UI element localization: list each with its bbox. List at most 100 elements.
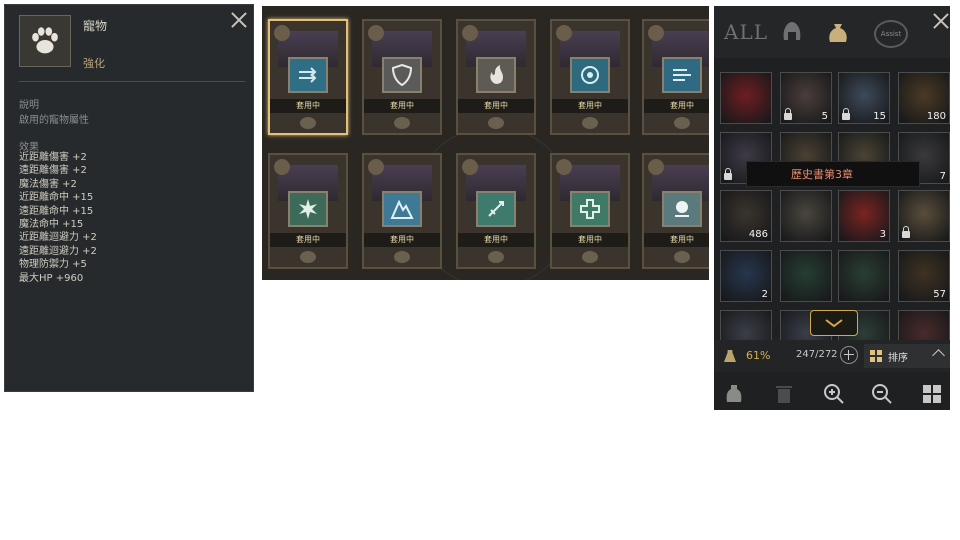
- applied-label: 套用中: [364, 99, 440, 113]
- card-ornament: [674, 117, 690, 129]
- card-emblem: [382, 57, 422, 93]
- card-emblem: [382, 191, 422, 227]
- item-quantity: 2: [761, 289, 768, 300]
- crest-icon: [368, 25, 384, 41]
- burst-icon: [299, 199, 317, 219]
- collection-card[interactable]: 套用中: [268, 19, 348, 135]
- card-emblem: [288, 57, 328, 93]
- close-icon[interactable]: [930, 10, 950, 32]
- scroll-down-button[interactable]: [810, 310, 858, 336]
- card-ornament: [394, 251, 410, 263]
- expand-slots-button[interactable]: [840, 346, 858, 364]
- zoom-in-icon[interactable]: [822, 382, 846, 406]
- collection-card[interactable]: 套用中: [550, 153, 630, 269]
- item-quantity: 3: [879, 229, 886, 240]
- card-emblem: [476, 57, 516, 93]
- effect-stat: 遠距離傷害 +2: [19, 165, 87, 177]
- inventory-slot[interactable]: [780, 190, 832, 242]
- item-quantity: 180: [926, 111, 946, 122]
- shield-icon: [391, 63, 413, 87]
- lock-icon: [842, 108, 850, 120]
- inventory-slot[interactable]: 180: [898, 72, 950, 124]
- inventory-slot[interactable]: 5: [780, 72, 832, 124]
- bag-icon[interactable]: [824, 18, 852, 46]
- collection-card[interactable]: 套用中: [362, 153, 442, 269]
- mountain-icon: [390, 199, 414, 219]
- zoom-out-icon[interactable]: [870, 382, 894, 406]
- divider: [19, 81, 245, 82]
- card-emblem: [288, 191, 328, 227]
- crest-icon: [368, 159, 384, 175]
- effect-stat: 最大HP +960: [19, 272, 84, 284]
- card-emblem: [476, 191, 516, 227]
- sword-icon: [488, 201, 504, 217]
- description-text: 啟用的寵物屬性: [19, 115, 89, 126]
- flame-icon: [490, 65, 503, 84]
- applied-label: 套用中: [644, 99, 709, 113]
- crest-icon: [556, 159, 572, 175]
- collection-card[interactable]: 套用中: [362, 19, 442, 135]
- close-icon[interactable]: [228, 9, 250, 31]
- card-ornament: [300, 117, 316, 129]
- collection-card[interactable]: 套用中: [268, 153, 348, 269]
- trash-icon[interactable]: [772, 382, 796, 406]
- pet-detail-panel: 寵物 強化 說明 啟用的寵物屬性 效果 近距離傷害 +2 遠距離傷害 +2 魔法傷害…: [4, 4, 254, 392]
- inventory-slot[interactable]: [720, 72, 772, 124]
- effect-stat: 近距離迴避力 +2: [19, 232, 97, 244]
- card-ornament: [674, 251, 690, 263]
- item-tooltip: 歷史書第3章: [746, 161, 920, 187]
- sort-button[interactable]: 排序: [864, 344, 950, 368]
- tab-all[interactable]: ALL: [724, 20, 768, 44]
- effect-stat: 遠距離命中 +15: [19, 205, 94, 217]
- pet-icon-frame: [19, 15, 71, 67]
- card-ornament: [394, 117, 410, 129]
- effect-stat: 物理防禦力 +5: [19, 259, 87, 271]
- lock-icon: [784, 108, 792, 120]
- collection-card[interactable]: 套用中: [456, 153, 536, 269]
- inventory-slot[interactable]: [838, 250, 890, 302]
- inventory-slot[interactable]: 57: [898, 250, 950, 302]
- card-ornament: [300, 251, 316, 263]
- applied-label: 套用中: [644, 233, 709, 247]
- crest-icon: [556, 25, 572, 41]
- inventory-slot[interactable]: 486: [720, 190, 772, 242]
- collection-card[interactable]: 套用中: [642, 19, 709, 135]
- orb-icon: [675, 201, 689, 217]
- collection-card[interactable]: 套用中: [642, 153, 709, 269]
- weight-icon: [724, 350, 736, 362]
- effect-stat: 魔法命中 +15: [19, 219, 84, 231]
- item-quantity: 57: [933, 289, 946, 300]
- pet-subtitle: 強化: [83, 57, 105, 70]
- collection-card[interactable]: 套用中: [456, 19, 536, 135]
- applied-label: 套用中: [552, 99, 628, 113]
- item-quantity: 486: [748, 229, 768, 240]
- effect-stat: 近距離命中 +15: [19, 192, 94, 204]
- inventory-slot[interactable]: 3: [838, 190, 890, 242]
- card-emblem: [662, 57, 702, 93]
- inventory-status-bar: 61% 247/272 排序: [714, 340, 950, 372]
- card-emblem: [570, 191, 610, 227]
- tab-assist[interactable]: Assist: [874, 20, 908, 48]
- grid-icon: [870, 350, 882, 362]
- helmet-icon[interactable]: [778, 18, 806, 46]
- collection-card[interactable]: 套用中: [550, 19, 630, 135]
- eye-icon: [581, 66, 599, 84]
- crest-icon: [274, 159, 290, 175]
- lock-icon: [724, 168, 732, 180]
- card-ornament: [582, 117, 598, 129]
- inventory-slot[interactable]: 15: [838, 72, 890, 124]
- grid-sort-icon[interactable]: [920, 382, 944, 406]
- inventory-slot[interactable]: [898, 190, 950, 242]
- card-collection-grid: 套用中 套用中 套用中 套用中 套用中 套用中 套用中 套用中 套用中 套用中: [262, 6, 709, 280]
- lock-icon: [902, 226, 910, 238]
- crest-icon: [648, 25, 664, 41]
- wind-icon: [673, 69, 691, 81]
- cross-icon: [580, 199, 600, 219]
- inventory-tabs: ALL Assist: [714, 6, 950, 58]
- paw-icon: [32, 27, 58, 54]
- inventory-panel: ALL Assist 51518038474863257 61% 247/272…: [714, 6, 950, 410]
- inventory-slot[interactable]: 2: [720, 250, 772, 302]
- potion-icon[interactable]: [722, 382, 746, 406]
- inventory-slot[interactable]: [780, 250, 832, 302]
- pet-title: 寵物: [83, 19, 108, 33]
